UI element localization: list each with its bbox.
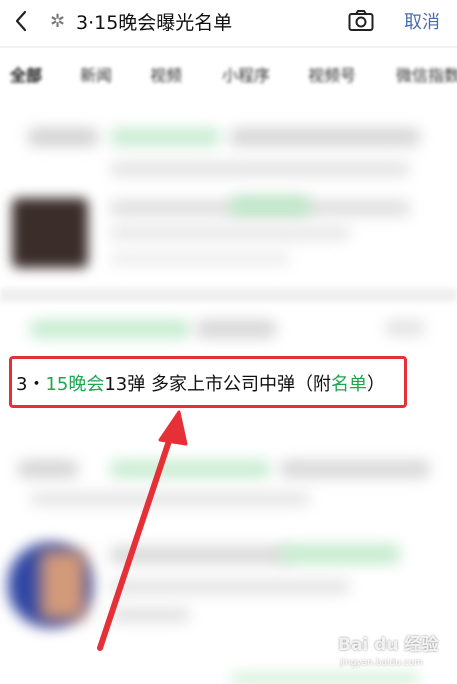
back-button[interactable] — [8, 8, 34, 34]
blurred-text — [110, 162, 410, 176]
tab-mini-programs[interactable]: 小程序 — [222, 62, 270, 86]
title-highlight-keyword: 名单 — [330, 374, 367, 395]
sparkle-icon: ✲ — [50, 11, 66, 32]
blurred-text — [110, 608, 190, 622]
blurred-text — [110, 546, 290, 564]
blurred-text — [385, 320, 425, 336]
blurred-highlight — [230, 674, 420, 684]
title-highlight-keyword: 15晚会 — [45, 374, 105, 395]
blurred-text — [110, 580, 350, 594]
highlighted-search-result[interactable]: 3・15晚会13弹 多家上市公司中弹（附名单） — [9, 356, 407, 408]
tab-all[interactable]: 全部 — [10, 62, 42, 86]
top-bar: ✲ 3·15晚会曝光名单 取消 — [0, 0, 457, 46]
blurred-text — [28, 128, 98, 146]
blurred-highlight — [280, 544, 400, 564]
title-suffix: ） — [366, 374, 385, 395]
blurred-thumbnail-detail — [40, 550, 86, 620]
chevron-left-icon — [15, 10, 27, 32]
tab-videos[interactable]: 视频 — [150, 62, 182, 86]
blurred-highlight — [30, 320, 190, 338]
blurred-text — [30, 492, 310, 506]
section-divider — [0, 288, 457, 302]
camera-icon[interactable] — [348, 9, 374, 33]
tab-news[interactable]: 新闻 — [80, 62, 112, 86]
blurred-thumbnail[interactable] — [12, 198, 88, 268]
tab-wechat-index[interactable]: 微信指数 — [396, 62, 457, 86]
cancel-button[interactable]: 取消 — [404, 8, 440, 34]
blurred-text — [230, 128, 420, 146]
blurred-text — [18, 460, 78, 478]
title-prefix: 3・ — [16, 374, 46, 395]
blurred-highlight — [110, 460, 270, 478]
tab-channels[interactable]: 视频号 — [308, 62, 356, 86]
blurred-text — [110, 226, 350, 240]
baidu-watermark-url: jingyan.baidu.com — [340, 658, 424, 668]
title-middle: 13弹 多家上市公司中弹（附 — [104, 374, 331, 395]
blurred-highlight — [110, 128, 220, 146]
blurred-highlight — [230, 196, 310, 216]
blurred-text — [196, 320, 276, 338]
search-query[interactable]: 3·15晚会曝光名单 — [76, 8, 232, 35]
result-title[interactable]: 3・15晚会13弹 多家上市公司中弹（附名单） — [16, 370, 385, 396]
category-tabs: 全部 新闻 视频 小程序 视频号 微信指数 — [0, 48, 457, 88]
blurred-text — [110, 253, 290, 265]
blurred-text — [280, 460, 430, 478]
baidu-watermark-logo: Bai du 经验 — [338, 635, 439, 655]
